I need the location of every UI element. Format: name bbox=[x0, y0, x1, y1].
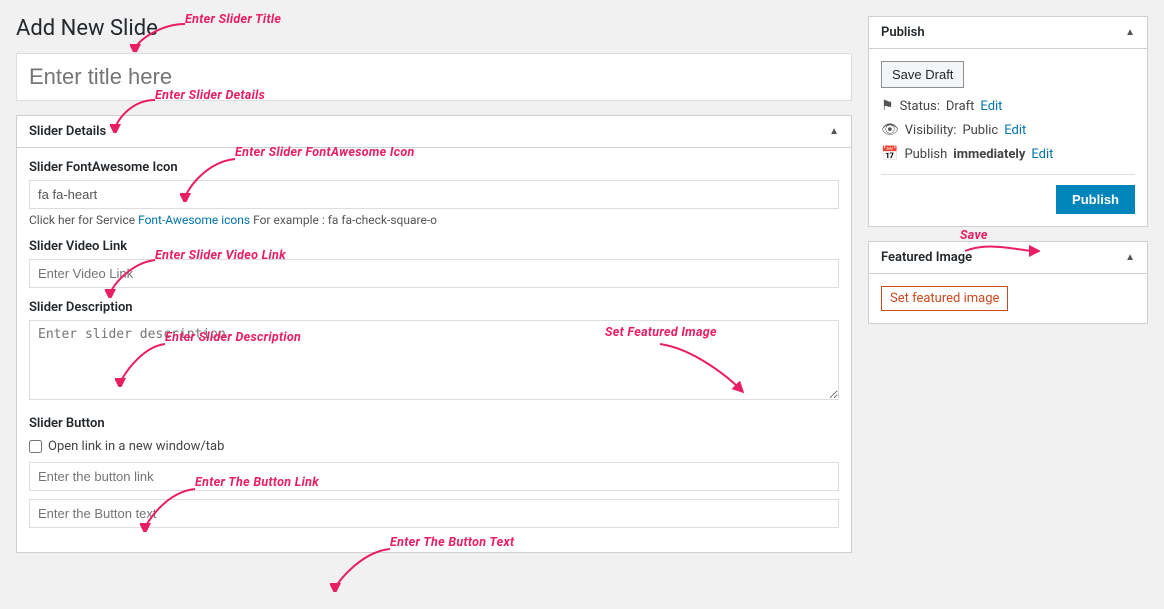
video-label: Slider Video Link bbox=[29, 239, 839, 254]
checkbox-row: Open link in a new window/tab bbox=[29, 439, 839, 454]
metabox-body: Slider FontAwesome Icon Click her for Se… bbox=[17, 148, 851, 552]
publish-box-title: Publish bbox=[881, 25, 925, 40]
title-input-container bbox=[16, 53, 852, 115]
calendar-icon: 📅 bbox=[881, 146, 898, 162]
publish-collapse-icon[interactable]: ▲ bbox=[1125, 27, 1135, 38]
featured-image-collapse-icon[interactable]: ▲ bbox=[1125, 252, 1135, 263]
publish-button[interactable]: Publish bbox=[1056, 185, 1135, 214]
button-section-label: Slider Button bbox=[29, 416, 839, 431]
publish-actions: Publish bbox=[881, 174, 1135, 214]
slider-details-metabox: Slider Details ▲ Slider FontAwesome Icon… bbox=[16, 115, 852, 553]
button-text-input[interactable] bbox=[29, 499, 839, 528]
icon-field-row: Slider FontAwesome Icon Click her for Se… bbox=[29, 160, 839, 227]
icon-input[interactable] bbox=[29, 180, 839, 209]
video-field-row: Slider Video Link bbox=[29, 239, 839, 288]
new-window-checkbox[interactable] bbox=[29, 440, 42, 453]
title-input[interactable] bbox=[16, 53, 852, 101]
publish-time-edit-link[interactable]: Edit bbox=[1031, 147, 1053, 162]
collapse-icon[interactable]: ▲ bbox=[829, 126, 839, 137]
featured-image-header: Featured Image ▲ bbox=[869, 242, 1147, 274]
status-label: Status: bbox=[900, 99, 940, 114]
publish-box: Publish ▲ Save Draft ⚑ Status: Draft Edi… bbox=[868, 16, 1148, 227]
visibility-value: Public bbox=[962, 123, 998, 138]
icon-hint: Click her for Service Font-Awesome icons… bbox=[29, 213, 839, 227]
featured-image-box: Featured Image ▲ Set featured image bbox=[868, 241, 1148, 324]
status-value: Draft bbox=[946, 99, 975, 114]
featured-image-body: Set featured image bbox=[869, 274, 1147, 323]
publish-time-value: immediately bbox=[953, 147, 1025, 162]
page-title: Add New Slide bbox=[16, 16, 852, 41]
visibility-row: 👁 Visibility: Public Edit bbox=[881, 122, 1135, 138]
description-label: Slider Description bbox=[29, 300, 839, 315]
featured-image-title: Featured Image bbox=[881, 250, 972, 265]
icon-label: Slider FontAwesome Icon bbox=[29, 160, 839, 175]
visibility-edit-link[interactable]: Edit bbox=[1004, 123, 1026, 138]
visibility-label: Visibility: bbox=[905, 123, 957, 138]
publish-box-body: Save Draft ⚑ Status: Draft Edit 👁 Visibi… bbox=[869, 49, 1147, 226]
fontawesome-link[interactable]: Font-Awesome icons bbox=[138, 213, 250, 227]
visibility-icon: 👁 bbox=[881, 122, 899, 138]
description-field-row: Slider Description bbox=[29, 300, 839, 404]
video-input[interactable] bbox=[29, 259, 839, 288]
status-edit-link[interactable]: Edit bbox=[980, 99, 1002, 114]
metabox-header: Slider Details ▲ bbox=[17, 116, 851, 148]
status-row: ⚑ Status: Draft Edit bbox=[881, 98, 1135, 114]
status-icon: ⚑ bbox=[881, 98, 894, 114]
publish-time-label: Publish bbox=[904, 147, 947, 162]
publish-box-header: Publish ▲ bbox=[869, 17, 1147, 49]
button-section: Slider Button Open link in a new window/… bbox=[29, 416, 839, 528]
set-featured-image-link[interactable]: Set featured image bbox=[881, 286, 1008, 311]
save-draft-button[interactable]: Save Draft bbox=[881, 61, 964, 88]
metabox-title: Slider Details bbox=[29, 124, 106, 139]
button-link-input[interactable] bbox=[29, 462, 839, 491]
publish-time-row: 📅 Publish immediately Edit bbox=[881, 146, 1135, 162]
description-textarea[interactable] bbox=[29, 320, 839, 400]
sidebar: Publish ▲ Save Draft ⚑ Status: Draft Edi… bbox=[868, 16, 1148, 593]
new-window-label: Open link in a new window/tab bbox=[48, 439, 224, 454]
